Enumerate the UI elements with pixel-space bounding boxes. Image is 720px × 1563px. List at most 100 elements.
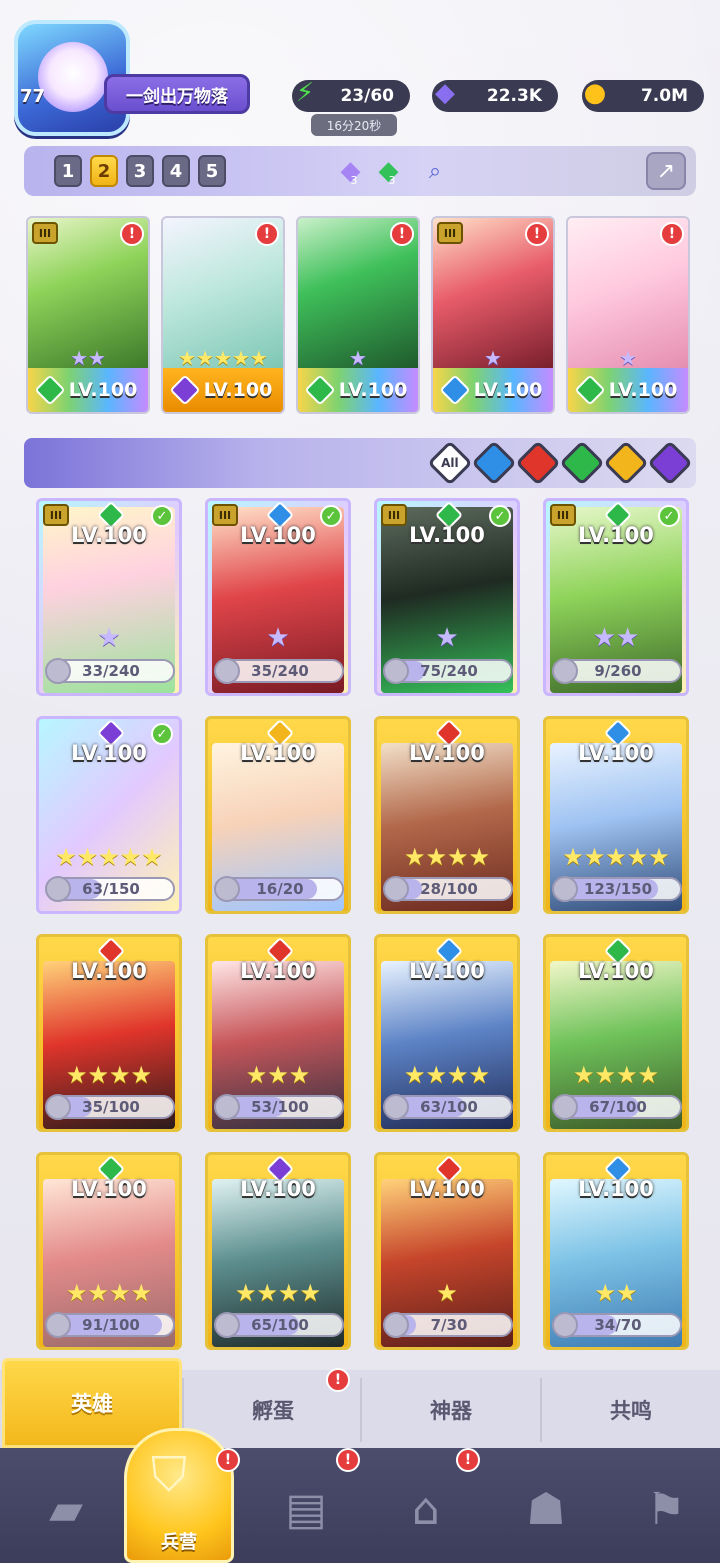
rank-badge: III bbox=[32, 222, 58, 244]
hero-card[interactable]: LV.100 16/20 bbox=[205, 716, 351, 914]
team-tab-1[interactable]: 1 bbox=[54, 155, 82, 187]
shard-progress: 91/100 bbox=[45, 1312, 175, 1338]
energy-counter[interactable]: ⚡ 23/60 bbox=[292, 78, 410, 112]
shard-icon bbox=[214, 876, 240, 902]
nav-mushroom-icon[interactable]: ☗ bbox=[498, 1464, 594, 1554]
hero-card[interactable]: LV.100 ★★★★ 63/100 bbox=[374, 934, 520, 1132]
green-gem-icon[interactable]: ◆ 3 bbox=[368, 152, 406, 190]
hero-level: LV.100 bbox=[240, 959, 316, 983]
hero-card[interactable]: LV.100 ★★★★★ 123/150 bbox=[543, 716, 689, 914]
hero-level: LV.100 bbox=[409, 1177, 485, 1201]
shard-count: 65/100 bbox=[251, 1316, 309, 1334]
rank-badge: III bbox=[437, 222, 463, 244]
hero-card[interactable]: LV.100 ★★★★ 91/100 bbox=[36, 1152, 182, 1350]
hero-level: LV.100 bbox=[409, 959, 485, 983]
hero-level: LV.100 bbox=[578, 523, 654, 547]
coin-icon: ● bbox=[583, 78, 607, 108]
hero-level: LV.100 bbox=[71, 959, 147, 983]
nav-castle-icon[interactable]: ⌂ bbox=[378, 1464, 474, 1554]
hero-card[interactable]: LV.100 ★★★ 53/100 bbox=[205, 934, 351, 1132]
team-hero-card[interactable]: ! ★★★★★ LV.100 bbox=[161, 216, 285, 414]
team-tab-4[interactable]: 4 bbox=[162, 155, 190, 187]
hero-card[interactable]: LV.100 ★★★★ 65/100 bbox=[205, 1152, 351, 1350]
star-rating: ★ bbox=[97, 623, 121, 653]
team-tab-3[interactable]: 3 bbox=[126, 155, 154, 187]
shard-progress: 35/240 bbox=[214, 658, 344, 684]
shield-icon: ⛉ bbox=[151, 1447, 188, 1503]
level-bar: LV.100 bbox=[298, 368, 418, 412]
nav-cards-icon[interactable]: ▰ bbox=[18, 1464, 114, 1554]
hero-level: LV.100 bbox=[409, 523, 485, 547]
tab-resonance[interactable]: 共鸣 bbox=[540, 1378, 720, 1442]
shard-progress: 34/70 bbox=[552, 1312, 682, 1338]
level-bar: LV.100 bbox=[28, 368, 148, 412]
team-hero-card[interactable]: III! ★★ LV.100 bbox=[26, 216, 150, 414]
hero-level: LV.100 bbox=[240, 523, 316, 547]
shard-count: 28/100 bbox=[420, 880, 478, 898]
shard-icon bbox=[552, 1312, 578, 1338]
star-rating: ★★★★ bbox=[234, 1279, 322, 1307]
star-rating: ★ bbox=[435, 623, 459, 653]
hero-level: LV.100 bbox=[608, 379, 678, 401]
star-rating: ★★★★ bbox=[572, 1061, 660, 1089]
hero-card[interactable]: III ✓ LV.100 ★ 33/240 bbox=[36, 498, 182, 696]
hero-card[interactable]: LV.100 ★★★★ 35/100 bbox=[36, 934, 182, 1132]
filter-light-icon[interactable] bbox=[603, 440, 649, 486]
star-rating: ★ bbox=[484, 346, 502, 370]
filter-dark-icon[interactable] bbox=[647, 440, 693, 486]
hero-card[interactable]: III ✓ LV.100 ★ 75/240 bbox=[374, 498, 520, 696]
team-tab-5[interactable]: 5 bbox=[198, 155, 226, 187]
hero-level: LV.100 bbox=[71, 523, 147, 547]
shard-count: 63/100 bbox=[420, 1098, 478, 1116]
tab-artifacts[interactable]: 神器 bbox=[360, 1378, 540, 1442]
filter-fire-icon[interactable] bbox=[515, 440, 561, 486]
shard-icon bbox=[214, 658, 240, 684]
team-hero-card[interactable]: III! ★ LV.100 bbox=[431, 216, 555, 414]
hero-card[interactable]: LV.100 ★★★★ 67/100 bbox=[543, 934, 689, 1132]
share-button[interactable]: ↗ bbox=[646, 152, 686, 190]
alert-icon: ! bbox=[120, 222, 144, 246]
hero-card[interactable]: III ✓ LV.100 ★★ 9/260 bbox=[543, 498, 689, 696]
shard-icon bbox=[45, 1094, 71, 1120]
shard-icon bbox=[552, 658, 578, 684]
filter-wind-icon[interactable] bbox=[559, 440, 605, 486]
nav-book-icon[interactable]: ▤ bbox=[258, 1464, 354, 1554]
star-rating: ★★★★ bbox=[403, 843, 491, 871]
team-hero-card[interactable]: ! ★ LV.100 bbox=[296, 216, 420, 414]
green-element-icon bbox=[574, 374, 606, 406]
star-rating: ★★★★ bbox=[65, 1061, 153, 1089]
nav-banner-icon[interactable]: ⚑ bbox=[618, 1464, 714, 1554]
hero-level: LV.100 bbox=[71, 741, 147, 765]
shard-progress: 67/100 bbox=[552, 1094, 682, 1120]
purple-gem-count: 3 bbox=[350, 173, 358, 187]
hero-card[interactable]: LV.100 ★★★★ 28/100 bbox=[374, 716, 520, 914]
shard-progress: 33/240 bbox=[45, 658, 175, 684]
shard-progress: 9/260 bbox=[552, 658, 682, 684]
shard-icon bbox=[214, 1312, 240, 1338]
alert-icon: ! bbox=[525, 222, 549, 246]
filter-water-icon[interactable] bbox=[471, 440, 517, 486]
diamond-icon: ◆ bbox=[435, 78, 455, 108]
purple-gem-icon[interactable]: ◆ 3 bbox=[330, 152, 368, 190]
gold-counter[interactable]: ● 7.0M bbox=[582, 78, 704, 112]
hero-card[interactable]: III ✓ LV.100 ★ 35/240 bbox=[205, 498, 351, 696]
hero-card[interactable]: LV.100 ★★ 34/70 bbox=[543, 1152, 689, 1350]
hero-card[interactable]: ✓ LV.100 ★★★★★ 63/150 bbox=[36, 716, 182, 914]
filter-all[interactable]: All bbox=[427, 440, 473, 486]
hero-level: LV.100 bbox=[409, 741, 485, 765]
shard-count: 33/240 bbox=[82, 662, 140, 680]
shard-progress: 16/20 bbox=[214, 876, 344, 902]
shard-icon bbox=[383, 1094, 409, 1120]
gem-counter[interactable]: ◆ 22.3K bbox=[432, 78, 558, 112]
magnifier-icon[interactable]: ⌕ bbox=[416, 152, 454, 190]
alert-icon: ! bbox=[660, 222, 684, 246]
shard-icon bbox=[552, 876, 578, 902]
hero-level: LV.100 bbox=[240, 1177, 316, 1201]
shard-icon bbox=[214, 1094, 240, 1120]
shard-progress: 28/100 bbox=[383, 876, 513, 902]
team-hero-card[interactable]: ! ★ LV.100 bbox=[566, 216, 690, 414]
hero-card[interactable]: LV.100 ★ 7/30 bbox=[374, 1152, 520, 1350]
star-rating: ★★★★ bbox=[403, 1061, 491, 1089]
team-tab-2[interactable]: 2 bbox=[90, 155, 118, 187]
player-name[interactable]: 一剑出万物落 bbox=[104, 74, 250, 114]
